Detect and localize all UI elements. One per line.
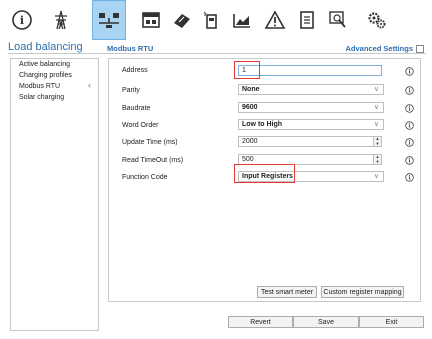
transmission-tower-icon[interactable] [44,0,78,40]
update-time-info-icon[interactable]: i [405,138,414,147]
update-time-label: Update Time (ms) [122,139,178,146]
svg-text:i: i [20,14,24,27]
sidebar-item-solar-charging[interactable]: Solar charging [19,94,64,101]
svg-text:i: i [408,89,410,95]
parity-info-icon[interactable]: i [405,86,414,95]
chevron-down-icon: ∨ [373,104,379,111]
parity-value: None [242,86,260,93]
sidebar-item-charging-profiles[interactable]: Charging profiles [19,72,72,79]
parity-select[interactable]: None ∨ [238,84,384,95]
stepper-down-icon[interactable]: ▼ [375,160,380,164]
revert-button[interactable]: Revert [228,316,293,328]
warning-icon[interactable] [258,0,292,40]
section-title: Load balancing [8,41,83,53]
update-time-value: 2000 [242,138,258,145]
function-code-highlight [234,164,295,183]
baudrate-select[interactable]: 9600 ∨ [238,102,384,113]
exit-button[interactable]: Exit [359,316,424,328]
function-code-label: Function Code [122,174,168,181]
advanced-settings-checkbox[interactable] [416,44,424,53]
read-timeout-stepper[interactable]: ▲ ▼ [373,154,382,165]
function-code-info-icon[interactable]: i [405,173,414,182]
parity-label: Parity [122,87,140,94]
search-icon[interactable] [321,0,355,40]
svg-text:i: i [408,70,410,76]
word-order-info-icon[interactable]: i [405,121,414,130]
svg-text:i: i [408,159,410,165]
svg-text:i: i [408,176,410,182]
baudrate-value: 9600 [242,104,258,111]
read-timeout-value: 500 [242,156,254,163]
settings-gears-icon[interactable] [360,0,394,40]
info-icon[interactable]: i [5,0,39,40]
load-balancing-icon[interactable] [92,0,126,40]
header-divider [8,53,426,54]
save-button[interactable]: Save [293,316,359,328]
svg-text:i: i [408,124,410,130]
update-time-stepper[interactable]: ▲ ▼ [373,136,382,147]
svg-text:i: i [408,107,410,113]
charger-icon[interactable] [134,0,168,40]
word-order-label: Word Order [122,122,159,129]
document-icon[interactable] [290,0,324,40]
test-smart-meter-button[interactable]: Test smart meter [257,286,317,298]
address-label: Address [122,67,148,74]
word-order-value: Low to High [242,121,283,128]
toolbar: i [0,0,432,40]
svg-text:i: i [408,141,410,147]
read-timeout-info-icon[interactable]: i [405,156,414,165]
baudrate-label: Baudrate [122,105,151,112]
address-highlight [234,61,260,79]
sidebar-item-modbus-rtu[interactable]: Modbus RTU [19,83,60,90]
stepper-down-icon[interactable]: ▼ [375,142,380,146]
meter-icon[interactable] [194,0,228,40]
word-order-select[interactable]: Low to High ∨ [238,119,384,130]
read-timeout-label: Read TimeOut (ms) [122,157,184,164]
sidebar-item-active-balancing[interactable]: Active balancing [19,61,70,68]
baudrate-info-icon[interactable]: i [405,104,414,113]
page-subtitle: Modbus RTU [107,44,154,53]
advanced-settings-toggle[interactable]: Advanced Settings [345,44,424,53]
chevron-left-icon: ‹ [88,80,91,90]
chevron-down-icon: ∨ [373,86,379,93]
chevron-down-icon: ∨ [373,173,379,180]
address-info-icon[interactable]: i [405,67,414,76]
update-time-input[interactable]: 2000 [238,136,374,147]
chevron-down-icon: ∨ [373,121,379,128]
custom-register-mapping-button[interactable]: Custom register mapping [321,286,404,298]
chart-icon[interactable] [225,0,259,40]
advanced-settings-label: Advanced Settings [345,44,413,53]
